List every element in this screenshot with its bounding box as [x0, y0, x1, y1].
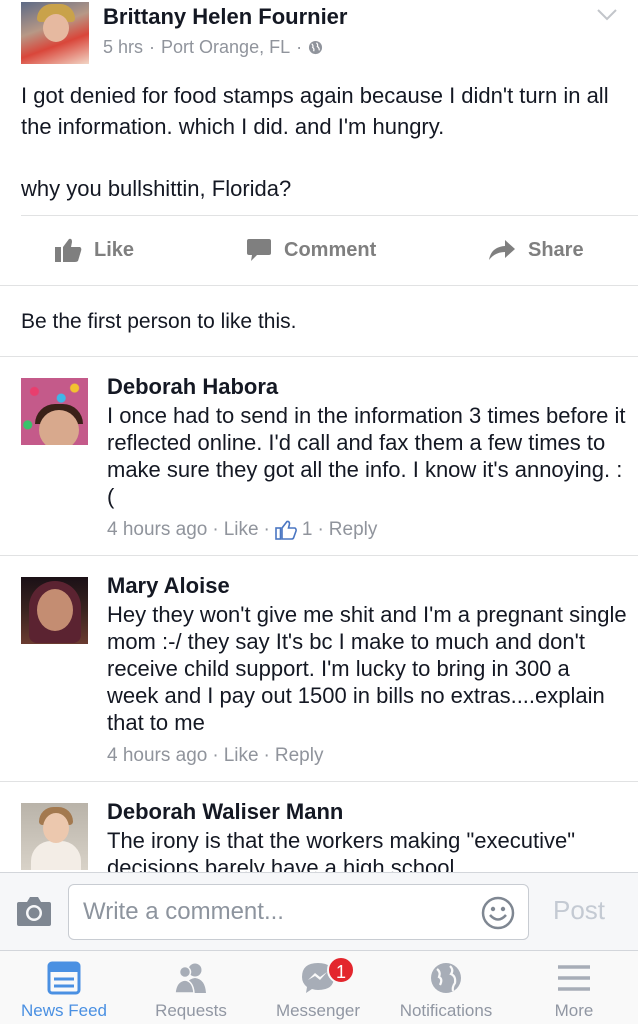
comment-item: Deborah Waliser Mann The irony is that t…	[0, 781, 638, 872]
post-location[interactable]: Port Orange, FL	[161, 37, 290, 58]
avatar-face	[39, 410, 79, 445]
post-time[interactable]: 5 hrs	[103, 37, 143, 58]
meta-separator: ·	[149, 37, 156, 57]
meta-separator: ·	[263, 519, 270, 540]
post-text-paragraph: I got denied for food stamps again becau…	[21, 83, 609, 139]
friend-requests-icon	[174, 963, 206, 994]
comment-like-count: 1	[301, 519, 313, 540]
tab-notifications[interactable]: Notifications	[382, 951, 510, 1024]
post-action-bar: Like Comment Share	[0, 216, 638, 284]
tab-label: Notifications	[399, 1001, 493, 1020]
news-feed-icon	[47, 961, 81, 995]
emoji-smiley-icon[interactable]	[481, 896, 515, 930]
thumbs-up-icon	[275, 520, 297, 540]
meta-separator: ·	[212, 519, 219, 540]
post-header: Brittany Helen Fournier 5 hrs · Port Ora…	[0, 0, 638, 72]
commenter-avatar[interactable]	[21, 577, 88, 644]
meta-separator: ·	[317, 519, 324, 540]
tab-label: More	[554, 1001, 594, 1020]
avatar-face	[43, 14, 69, 42]
share-button[interactable]: Share	[488, 216, 584, 284]
comment-like-link[interactable]: Like	[224, 519, 259, 541]
tab-label: Messenger	[275, 1001, 361, 1020]
author-avatar[interactable]	[21, 2, 89, 64]
globe-icon	[431, 963, 461, 993]
comment-text: The irony is that the workers making "ex…	[107, 828, 576, 872]
comment-meta: 4 hours ago · Like · 1 · Reply	[107, 519, 377, 541]
meta-separator: ·	[263, 745, 270, 766]
like-button[interactable]: Like	[54, 216, 134, 284]
bottom-tab-bar: News Feed Requests 1 Messenger Notificat…	[0, 950, 638, 1024]
tab-label: News Feed	[21, 1001, 107, 1020]
tab-messenger[interactable]: 1 Messenger	[254, 951, 382, 1024]
commenter-name[interactable]: Deborah Habora	[107, 374, 278, 400]
post-text-paragraph: why you bullshittin, Florida?	[21, 176, 292, 201]
tab-requests[interactable]: Requests	[127, 951, 255, 1024]
hamburger-menu-icon	[558, 965, 590, 991]
globe-icon	[309, 40, 323, 55]
comment-label: Comment	[284, 238, 377, 261]
comment-button[interactable]: Comment	[246, 216, 376, 284]
comment-like-link[interactable]: Like	[224, 745, 259, 767]
comment-time: 4 hours ago	[107, 519, 208, 540]
comment-reply-link[interactable]: Reply	[329, 519, 378, 541]
post-meta: 5 hrs · Port Orange, FL ·	[103, 37, 323, 58]
chevron-down-icon[interactable]	[596, 8, 618, 22]
avatar-dress	[31, 841, 81, 870]
post-text: I got denied for food stamps again becau…	[21, 80, 621, 235]
thumbs-up-icon	[55, 238, 82, 262]
comment-item: Mary Aloise Hey they won't give me shit …	[0, 555, 638, 781]
comment-input[interactable]	[68, 884, 529, 940]
commenter-name[interactable]: Deborah Waliser Mann	[107, 799, 343, 825]
post-comment-button[interactable]: Post	[553, 895, 605, 926]
comment-time: 4 hours ago	[107, 745, 208, 766]
meta-separator: ·	[212, 745, 219, 766]
commenter-avatar[interactable]	[21, 803, 88, 870]
tab-news-feed[interactable]: News Feed	[0, 951, 128, 1024]
share-label: Share	[528, 238, 584, 261]
comment-text: Hey they won't give me shit and I'm a pr…	[107, 602, 627, 735]
comment-composer: Post	[0, 872, 638, 950]
commenter-name[interactable]: Mary Aloise	[107, 573, 230, 599]
notification-badge: 1	[327, 956, 355, 984]
comment-bubble-icon	[247, 239, 271, 261]
meta-separator: ·	[296, 37, 303, 57]
camera-icon[interactable]	[16, 895, 52, 927]
commenter-avatar[interactable]	[21, 378, 88, 445]
likes-summary: Be the first person to like this.	[21, 310, 297, 333]
comment-reply-link[interactable]: Reply	[275, 745, 324, 767]
tab-more[interactable]: More	[510, 951, 638, 1024]
like-label: Like	[94, 238, 135, 261]
avatar-face	[37, 589, 73, 631]
tab-label: Requests	[155, 1001, 227, 1020]
divider	[0, 285, 638, 286]
avatar-face	[43, 813, 69, 843]
comment-text: I once had to send in the information 3 …	[107, 403, 626, 509]
comment-meta: 4 hours ago · Like · Reply	[107, 745, 323, 767]
comment-item: Deborah Habora I once had to send in the…	[0, 356, 638, 554]
share-arrow-icon	[489, 240, 515, 260]
post-author-name[interactable]: Brittany Helen Fournier	[103, 4, 347, 30]
